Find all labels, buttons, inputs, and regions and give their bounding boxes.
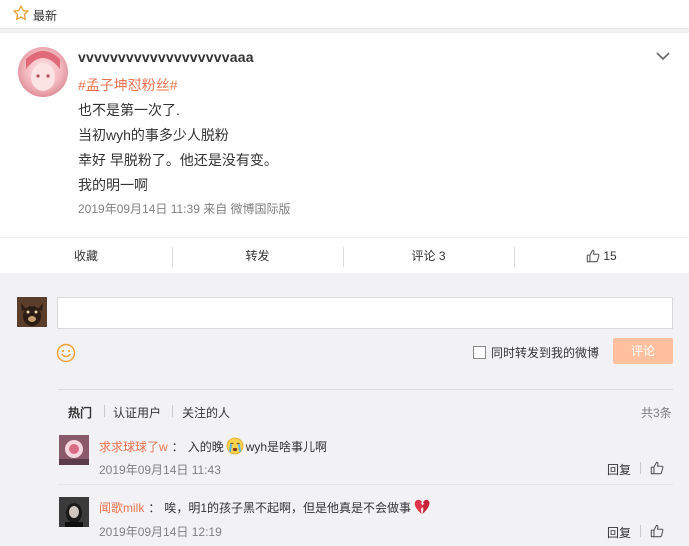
composer-avatar — [17, 297, 47, 327]
reply-button[interactable]: 回复 — [607, 461, 631, 478]
comment-username[interactable]: 求求球球了w — [99, 438, 168, 455]
thumbs-up-icon — [587, 249, 600, 263]
action-bar: 收藏 转发 评论 3 15 — [0, 237, 689, 273]
post-time[interactable]: 2019年09月14日 11:39 — [78, 202, 200, 216]
divider — [640, 525, 641, 537]
comment-avatar[interactable] — [59, 435, 89, 465]
crying-face-icon — [226, 437, 244, 455]
emoji-icon[interactable] — [56, 343, 76, 363]
comment-time: 2019年09月14日 11:43 — [99, 463, 221, 477]
divider — [58, 484, 673, 485]
avatar[interactable] — [18, 47, 68, 97]
filter-following[interactable]: 关注的人 — [182, 404, 230, 421]
post-text-line: 当初wyh的事多少人脱粉 — [78, 127, 229, 143]
post-card: vvvvvvvvvvvvvvvvvvvaaa #孟子坤怼粉丝# 也不是第一次了.… — [0, 33, 689, 271]
divider — [640, 462, 641, 474]
broken-heart-icon — [414, 499, 430, 514]
like-count: 15 — [603, 249, 617, 263]
comment-input[interactable] — [57, 297, 673, 329]
topic-link[interactable]: #孟子坤怼粉丝# — [78, 75, 178, 95]
post-text-line: 也不是第一次了. — [78, 102, 180, 118]
reply-button[interactable]: 回复 — [607, 524, 631, 541]
comment-content: 入的晚 — [187, 439, 224, 454]
comment-text: 求求球球了w ： 入的晚 wyh是啥事儿啊 — [99, 437, 327, 455]
top-bar: 最新 — [0, 0, 689, 29]
post-text-line: 幸好 早脱粉了。他还是没有变。 — [78, 152, 278, 168]
comment-count: 共3条 — [641, 406, 672, 420]
forward-button[interactable]: 转发 — [172, 238, 343, 274]
comment-text: 闻歌milk ： 唉，明1的孩子黑不起啊，但是他真是不会做事 — [99, 498, 433, 516]
chevron-down-icon[interactable] — [656, 51, 670, 61]
comment-username[interactable]: 闻歌milk — [99, 499, 144, 516]
section-title: 最新 — [33, 9, 58, 23]
divider — [172, 405, 173, 417]
comment-tab-button[interactable]: 评论 3 — [343, 238, 514, 274]
like-button[interactable]: 15 — [514, 238, 689, 274]
comment-separator: ： — [171, 439, 184, 454]
thumbs-up-icon[interactable] — [650, 524, 664, 538]
divider — [58, 389, 673, 390]
post-meta: 2019年09月14日 11:39 来自 微博国际版 — [78, 200, 291, 217]
post-source: 来自 微博国际版 — [203, 202, 291, 216]
thumbs-up-icon[interactable] — [650, 461, 664, 475]
comment-content: 唉，明1的孩子黑不起啊，但是他真是不会做事 — [164, 500, 412, 515]
comment-avatar[interactable] — [59, 497, 89, 527]
star-icon — [13, 5, 29, 21]
forward-checkbox-label[interactable]: 同时转发到我的微博 — [491, 344, 599, 361]
filter-hot[interactable]: 热门 — [68, 404, 92, 421]
filter-verified[interactable]: 认证用户 — [113, 404, 161, 421]
divider — [104, 405, 105, 417]
comment-separator: ： — [148, 500, 161, 515]
collect-button[interactable]: 收藏 — [0, 238, 172, 274]
post-text-line: 我的明一啊 — [78, 177, 148, 193]
comment-content: wyh是啥事儿啊 — [245, 439, 328, 454]
submit-comment-button[interactable]: 评论 — [613, 338, 673, 364]
post-username[interactable]: vvvvvvvvvvvvvvvvvvvaaa — [78, 49, 254, 65]
comment-time: 2019年09月14日 12:19 — [99, 525, 222, 539]
forward-checkbox[interactable] — [473, 346, 486, 359]
